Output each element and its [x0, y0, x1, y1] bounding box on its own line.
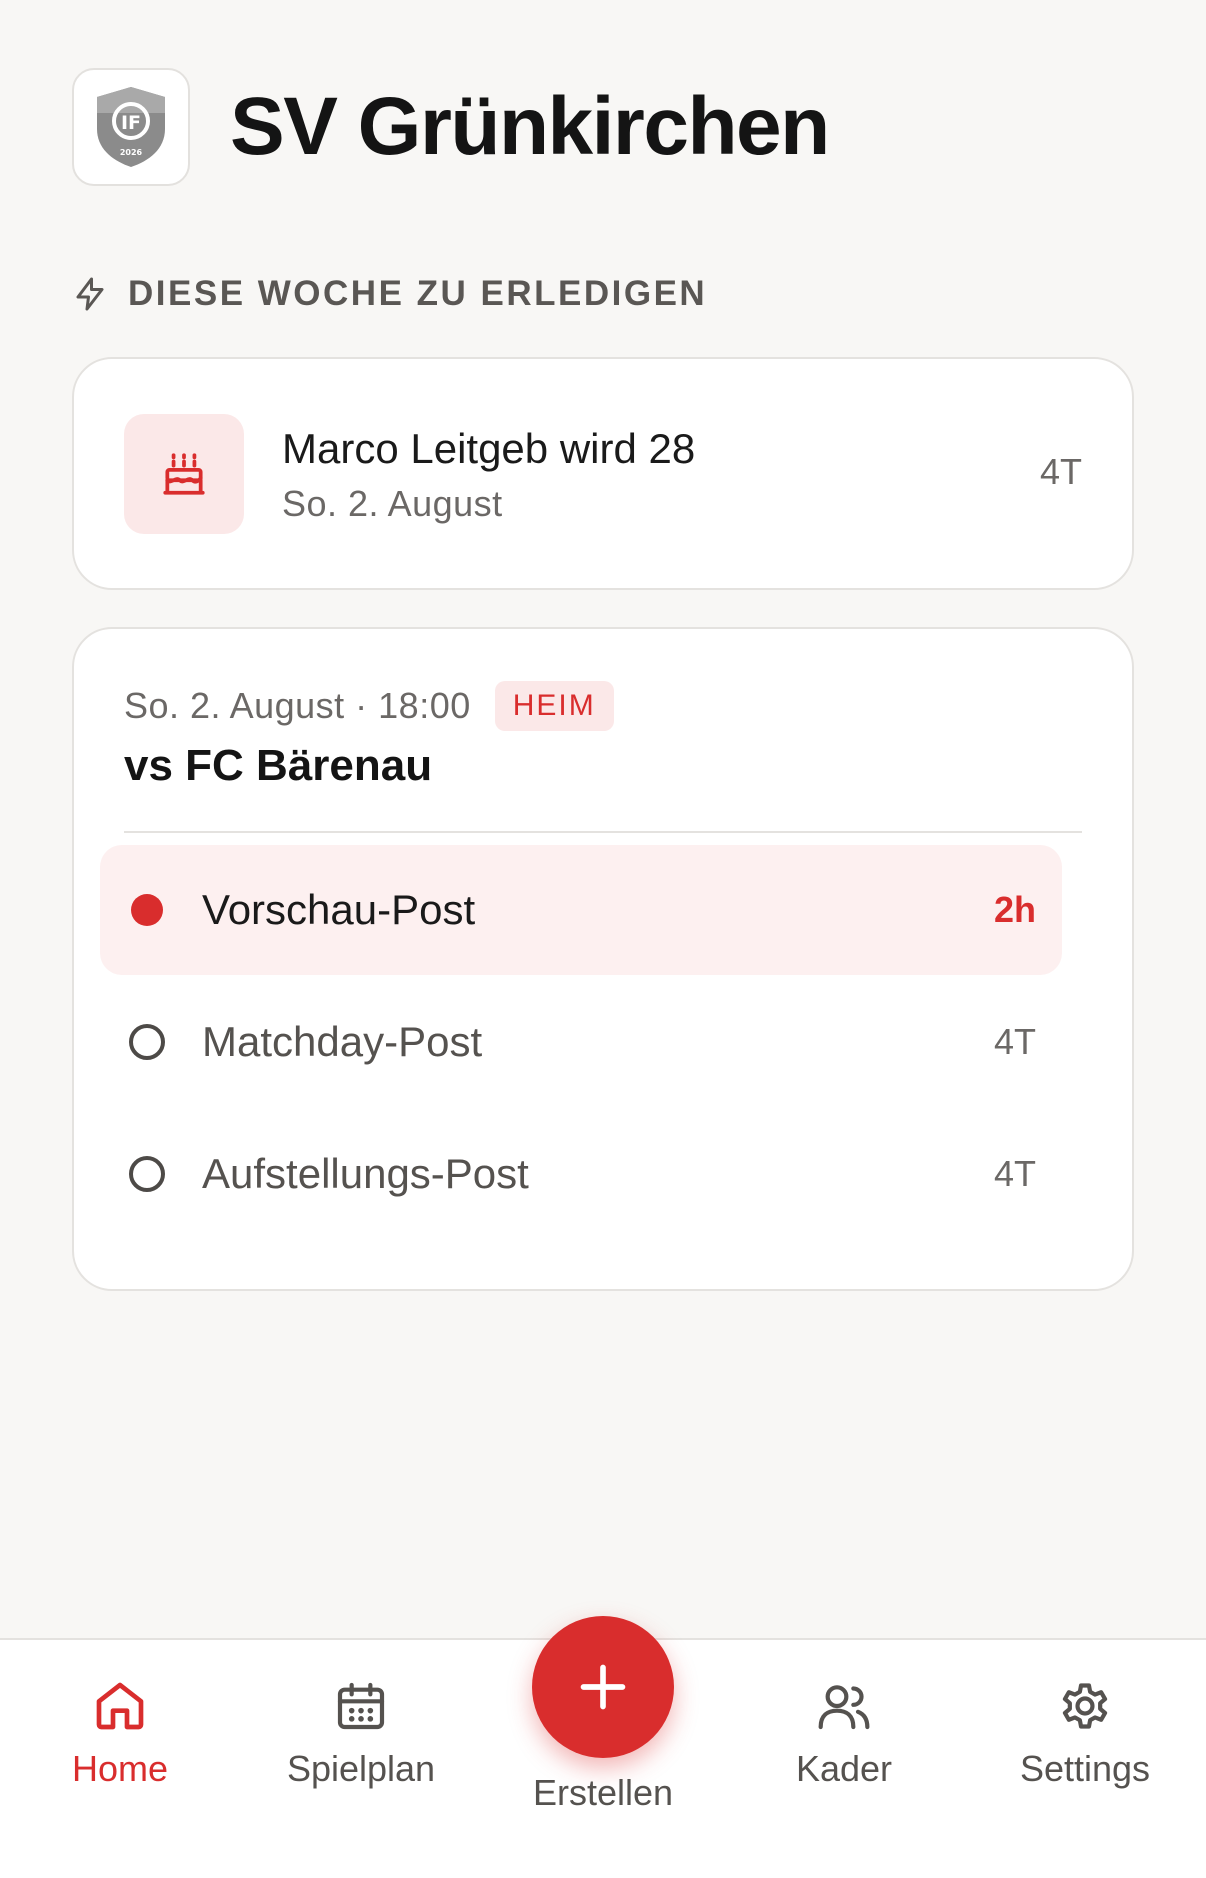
birthday-cake-icon	[163, 453, 205, 495]
birthday-due: 4T	[1039, 451, 1082, 492]
task-item-matchday-post[interactable]: Matchday-Post 4T	[100, 977, 1062, 1107]
create-button[interactable]	[532, 1616, 674, 1758]
task-due: 2h	[993, 889, 1036, 930]
app-header: IF 2026 SV Grünkirchen	[72, 68, 830, 186]
open-circle-icon	[129, 1024, 165, 1060]
club-logo: IF 2026	[72, 68, 190, 186]
tab-label: Kader	[795, 1748, 893, 1789]
section-title: DIESE WOCHE ZU ERLEDIGEN	[128, 274, 708, 313]
task-label: Matchday-Post	[202, 1018, 483, 1065]
home-icon	[96, 1682, 144, 1730]
tab-kader[interactable]: Kader	[744, 1678, 944, 1790]
birthday-card[interactable]: Marco Leitgeb wird 28 So. 2. August 4T	[72, 357, 1134, 590]
create-label: Erstellen	[532, 1772, 674, 1813]
task-item-lineup-post[interactable]: Aufstellungs-Post 4T	[100, 1109, 1062, 1239]
tab-home[interactable]: Home	[20, 1678, 220, 1790]
logo-text: IF	[121, 112, 141, 134]
birthday-icon-tile	[124, 414, 244, 534]
users-icon	[818, 1685, 870, 1730]
task-label: Aufstellungs-Post	[202, 1150, 529, 1197]
plus-icon	[580, 1664, 626, 1710]
divider	[124, 831, 1082, 833]
task-due: 4T	[993, 1021, 1036, 1062]
logo-year: 2026	[120, 148, 143, 157]
section-header: DIESE WOCHE ZU ERLEDIGEN	[72, 274, 707, 314]
lightning-icon	[76, 277, 104, 311]
task-item-preview-post[interactable]: Vorschau-Post 2h	[100, 845, 1062, 975]
tab-label: Home	[71, 1748, 169, 1789]
home-badge: HEIM	[494, 681, 614, 731]
match-meta: So. 2. August · 18:00 HEIM	[124, 681, 614, 731]
match-title: vs FC Bärenau	[124, 741, 433, 790]
task-label: Vorschau-Post	[202, 886, 476, 933]
club-crest-icon: IF 2026	[97, 87, 165, 167]
tab-label: Spielplan	[286, 1748, 436, 1789]
task-due: 4T	[993, 1153, 1036, 1194]
tab-label: Settings	[1019, 1748, 1151, 1789]
open-circle-icon	[129, 1156, 165, 1192]
match-card: So. 2. August · 18:00 HEIM vs FC Bärenau…	[72, 627, 1134, 1291]
page-title: SV Grünkirchen	[230, 81, 830, 172]
match-datetime: So. 2. August · 18:00	[124, 685, 471, 726]
tab-spielplan[interactable]: Spielplan	[261, 1678, 461, 1790]
birthday-date: So. 2. August	[282, 483, 503, 524]
birthday-title: Marco Leitgeb wird 28	[282, 425, 696, 472]
tab-settings[interactable]: Settings	[985, 1678, 1185, 1790]
gear-icon	[1062, 1683, 1108, 1729]
calendar-icon	[337, 1682, 385, 1730]
urgent-dot-icon	[131, 894, 163, 926]
